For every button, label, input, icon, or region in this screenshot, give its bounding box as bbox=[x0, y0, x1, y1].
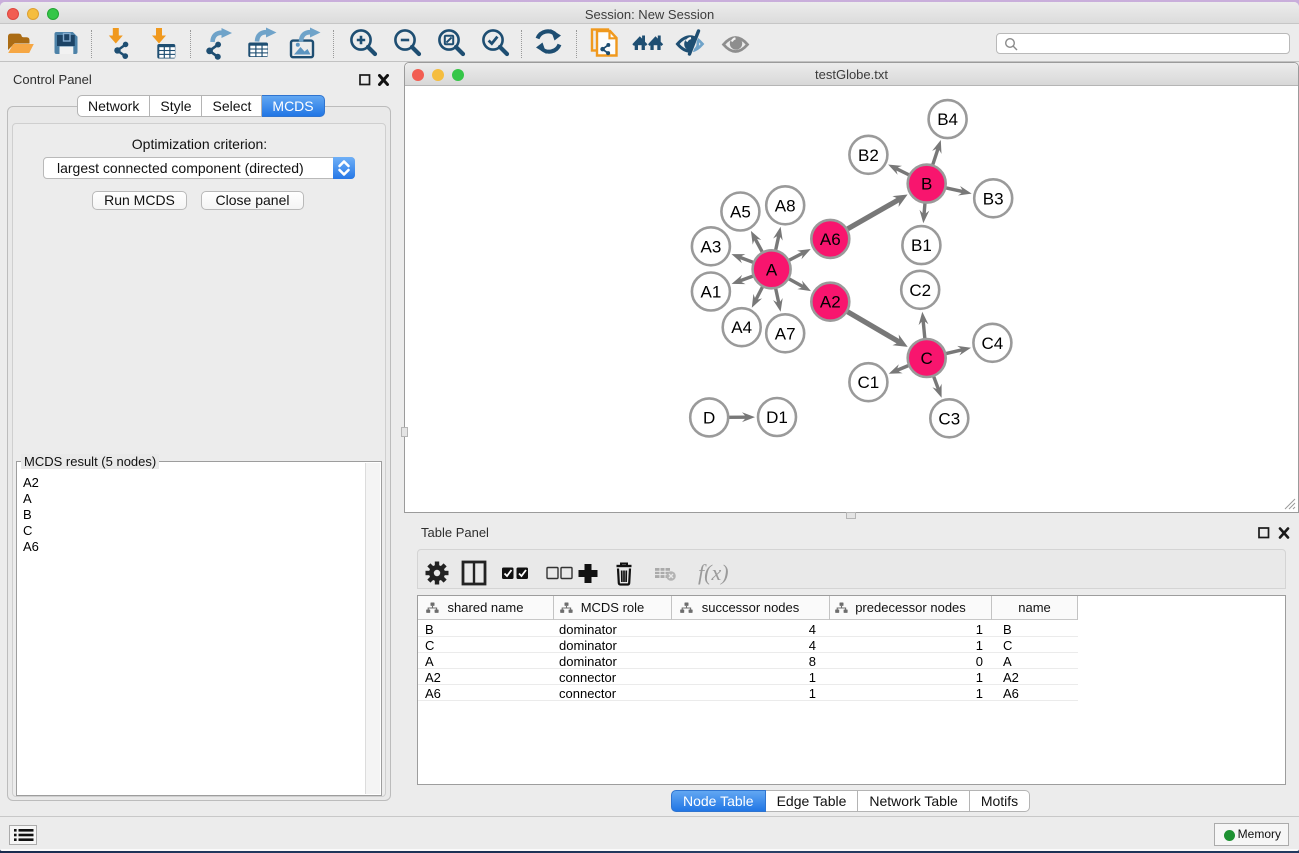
svg-text:B1: B1 bbox=[911, 236, 932, 255]
svg-text:A1: A1 bbox=[701, 283, 722, 302]
svg-text:B: B bbox=[921, 175, 932, 194]
svg-text:A8: A8 bbox=[775, 196, 796, 215]
svg-text:C1: C1 bbox=[858, 373, 880, 392]
svg-text:B3: B3 bbox=[983, 189, 1004, 208]
svg-text:A: A bbox=[766, 260, 778, 279]
svg-text:D1: D1 bbox=[766, 408, 788, 427]
svg-text:A2: A2 bbox=[820, 293, 841, 312]
svg-text:A7: A7 bbox=[775, 324, 796, 343]
svg-text:C: C bbox=[921, 349, 933, 368]
svg-text:f(x): f(x) bbox=[698, 560, 729, 585]
svg-text:B4: B4 bbox=[937, 110, 958, 129]
svg-text:B2: B2 bbox=[858, 146, 879, 165]
svg-text:D: D bbox=[703, 408, 715, 427]
svg-text:C3: C3 bbox=[938, 409, 960, 428]
svg-text:C4: C4 bbox=[982, 334, 1004, 353]
svg-text:A5: A5 bbox=[730, 203, 751, 222]
svg-text:A3: A3 bbox=[701, 237, 722, 256]
svg-text:C2: C2 bbox=[909, 281, 931, 300]
svg-text:A4: A4 bbox=[731, 318, 752, 337]
svg-text:A6: A6 bbox=[820, 230, 841, 249]
